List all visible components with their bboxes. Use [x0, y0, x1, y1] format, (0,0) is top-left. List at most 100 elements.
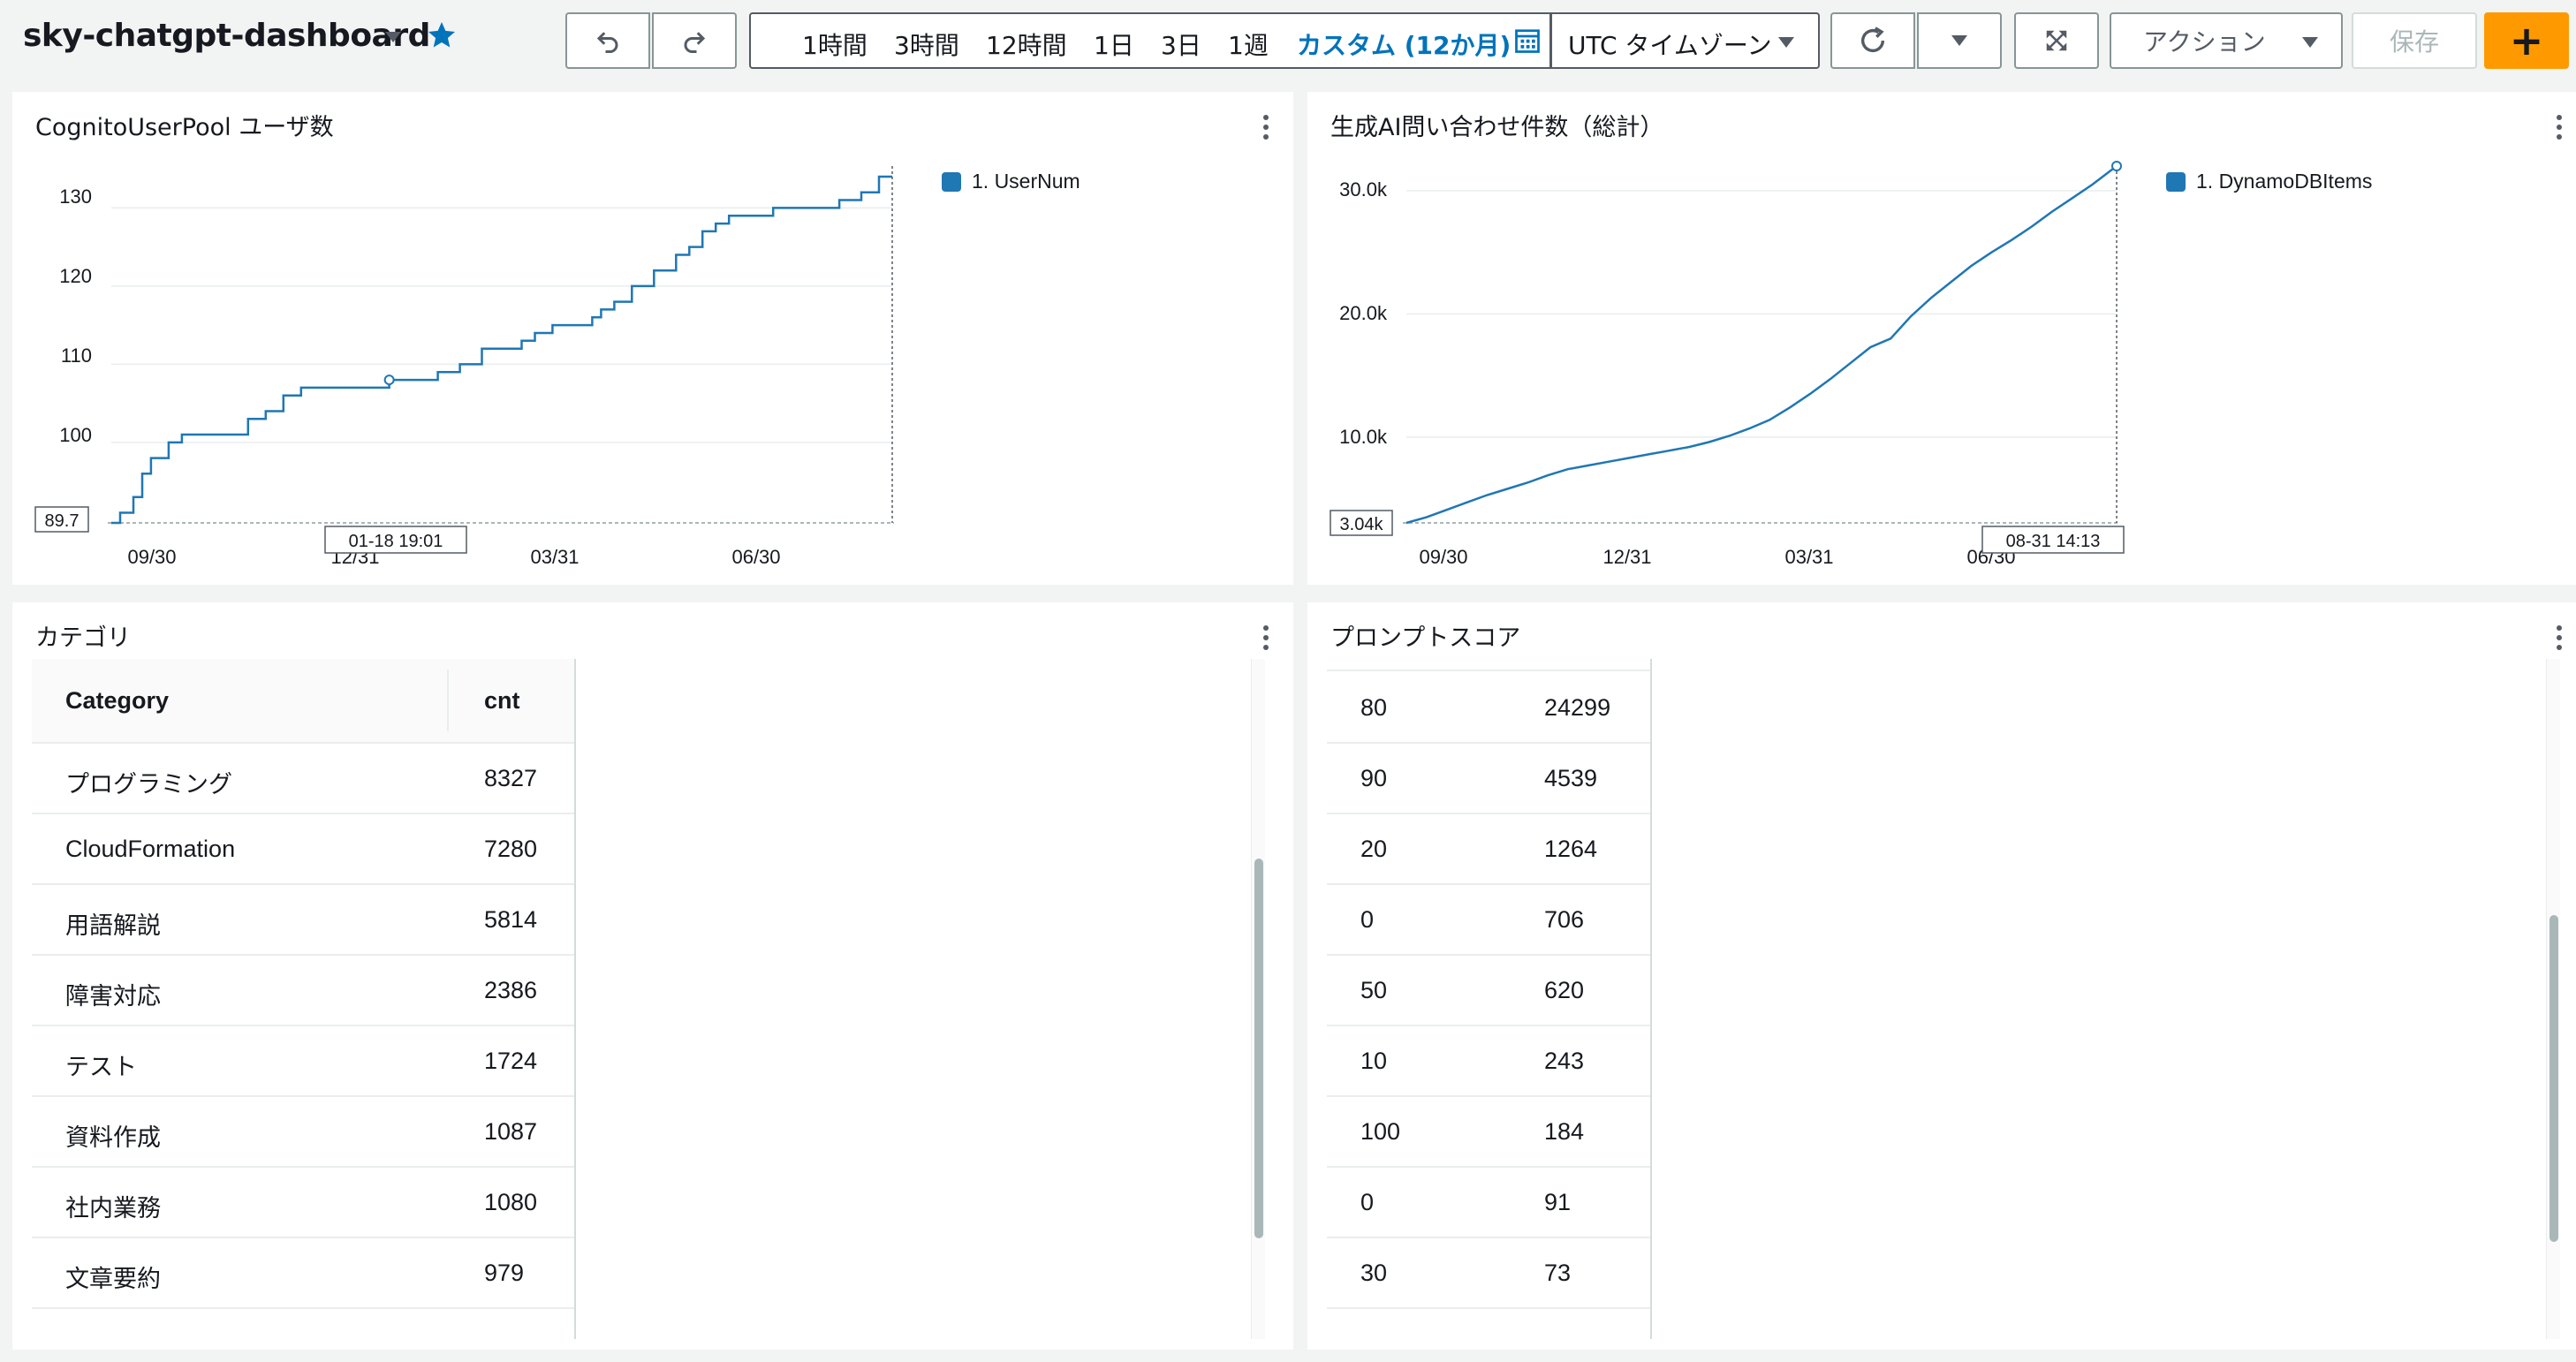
- count-cell: 24299: [1544, 694, 1611, 721]
- min-label: 89.7: [45, 511, 80, 531]
- timezone-label: UTC タイムゾーン: [1568, 31, 1772, 60]
- count-cell: 979: [484, 1260, 525, 1286]
- column-header-category[interactable]: Category: [65, 687, 169, 715]
- count-cell: 73: [1544, 1260, 1572, 1286]
- y-tick-labels: 100 110 120 130: [59, 185, 92, 446]
- cursor-label: 01-18 19:01: [349, 532, 443, 551]
- range-1d[interactable]: 1日: [1094, 26, 1134, 62]
- x-tick-labels: 09/30 12/31 03/31 06/30: [1419, 546, 2015, 568]
- y-gridlines: [111, 207, 892, 443]
- save-button[interactable]: 保存: [2352, 12, 2477, 69]
- refresh-interval-button[interactable]: [1917, 12, 2002, 69]
- scrollbar-thumb[interactable]: [2549, 915, 2558, 1242]
- table-row: プログラミング 8327: [32, 744, 574, 814]
- user-count-chart: 100 110 120 130 09/30 12/31 03/31 06/30 …: [34, 166, 894, 568]
- table-row: 0 706: [1327, 885, 1650, 956]
- widget-title: プロンプトスコア: [1330, 624, 1521, 652]
- fullscreen-button[interactable]: [2014, 12, 2099, 69]
- range-1w[interactable]: 1週: [1228, 26, 1269, 62]
- y-tick-label: 20.0k: [1339, 302, 1388, 324]
- range-3d[interactable]: 3日: [1161, 26, 1201, 62]
- column-divider: [447, 670, 449, 731]
- scrollbar-thumb[interactable]: [1254, 859, 1263, 1238]
- table-row: 文章要約 979: [32, 1238, 574, 1309]
- count-cell: 91: [1544, 1189, 1572, 1215]
- score-cell: 100: [1360, 1118, 1401, 1145]
- score-cell: 10: [1360, 1048, 1388, 1074]
- more-options-icon[interactable]: [2557, 625, 2564, 655]
- score-cell: 0: [1360, 906, 1375, 933]
- dashboard-title: sky-chatgpt-dashboard: [23, 18, 430, 54]
- series-line-dynamodbitems: [1405, 165, 2118, 525]
- range-3h[interactable]: 3時間: [894, 26, 959, 62]
- count-cell: 1724: [484, 1048, 538, 1074]
- actions-button[interactable]: アクション: [2110, 12, 2343, 69]
- caret-down-icon: [1778, 37, 1794, 48]
- calendar-icon[interactable]: [1514, 27, 1541, 54]
- category-cell: CloudFormation: [65, 836, 236, 862]
- count-cell: 1264: [1544, 836, 1598, 862]
- star-icon[interactable]: [426, 19, 458, 51]
- table-row: 用語解説 5814: [32, 885, 574, 956]
- table-header: [1327, 659, 1650, 671]
- x-tick-label: 03/31: [530, 546, 579, 568]
- x-tick-label: 12/31: [1602, 546, 1651, 568]
- caret-down-icon: [2302, 37, 2318, 48]
- count-cell: 5814: [484, 906, 538, 933]
- range-12h[interactable]: 12時間: [986, 26, 1067, 62]
- column-header-cnt[interactable]: cnt: [484, 687, 520, 715]
- x-tick-label: 06/30: [731, 546, 780, 568]
- y-gridlines: [1406, 190, 2117, 438]
- hover-marker: [2111, 161, 2122, 171]
- count-cell: 1087: [484, 1118, 538, 1145]
- category-cell: 用語解説: [65, 912, 161, 939]
- y-tick-label: 100: [59, 424, 92, 446]
- table-row: 80 24299: [1327, 673, 1650, 744]
- refresh-icon: [1860, 26, 1885, 52]
- widget-category: カテゴリ Category cnt プログラミング 8327 CloudFormat…: [12, 602, 1293, 1350]
- caret-down-icon: [1951, 35, 1967, 46]
- category-cell: 資料作成: [65, 1124, 161, 1151]
- score-cell: 90: [1360, 765, 1388, 791]
- score-cell: 80: [1360, 694, 1388, 721]
- count-cell: 7280: [484, 836, 538, 862]
- series-line-usernum: [111, 175, 892, 525]
- category-cell: 社内業務: [65, 1195, 161, 1222]
- score-cell: 50: [1360, 977, 1388, 1003]
- x-tick-label: 09/30: [1419, 546, 1467, 568]
- caret-down-icon[interactable]: [383, 30, 403, 44]
- y-tick-label: 10.0k: [1339, 426, 1388, 448]
- table-row: 社内業務 1080: [32, 1168, 574, 1238]
- genai-queries-chart: 10.0k 20.0k 30.0k 09/30 12/31 03/31 06/3…: [1330, 161, 2125, 568]
- table-row: 90 4539: [1327, 744, 1650, 814]
- table-row: 0 91: [1327, 1168, 1650, 1238]
- widget-genai-queries: 生成AI問い合わせ件数（総計） 10.0k 20.0k 30.0k 09/30 …: [1307, 92, 2576, 585]
- time-range-selector: 1時間 3時間 12時間 1日 3日 1週 カスタム (12か月): [749, 12, 1551, 69]
- table-header: Category cnt: [32, 659, 574, 744]
- more-options-icon[interactable]: [1263, 625, 1270, 655]
- table-row: テスト 1724: [32, 1026, 574, 1097]
- table-row: CloudFormation 7280: [32, 814, 574, 885]
- table-row: 50 620: [1327, 956, 1650, 1026]
- scrollbar[interactable]: [2546, 659, 2560, 1339]
- cursor-label: 08-31 14:13: [2006, 532, 2101, 551]
- y-tick-labels: 10.0k 20.0k 30.0k: [1339, 178, 1388, 448]
- y-tick-label: 120: [59, 265, 92, 287]
- legend-item[interactable]: 1. DynamoDBItems: [2166, 170, 2372, 193]
- score-table: 80 24299 90 4539 20 1264 0 706 50 620 10 243 100 184 0…: [1327, 659, 1652, 1339]
- refresh-button[interactable]: [1830, 12, 1915, 69]
- scrollbar[interactable]: [1251, 659, 1265, 1339]
- table-row: 100 184: [1327, 1097, 1650, 1168]
- range-custom[interactable]: カスタム (12か月): [1297, 26, 1511, 62]
- redo-button[interactable]: [652, 12, 737, 69]
- widget-title: カテゴリ: [35, 624, 131, 652]
- legend-item[interactable]: 1. UserNum: [942, 170, 1080, 193]
- count-cell: 184: [1544, 1118, 1585, 1145]
- range-1h[interactable]: 1時間: [802, 26, 868, 62]
- add-widget-button[interactable]: +: [2484, 12, 2569, 69]
- undo-button[interactable]: [565, 12, 650, 69]
- timezone-select[interactable]: UTC タイムゾーン: [1551, 12, 1820, 69]
- widget-user-count: CognitoUserPool ユーザ数 100 110 120 130 09/…: [12, 92, 1293, 585]
- table-row: 20 1264: [1327, 814, 1650, 885]
- category-cell: テスト: [65, 1054, 137, 1080]
